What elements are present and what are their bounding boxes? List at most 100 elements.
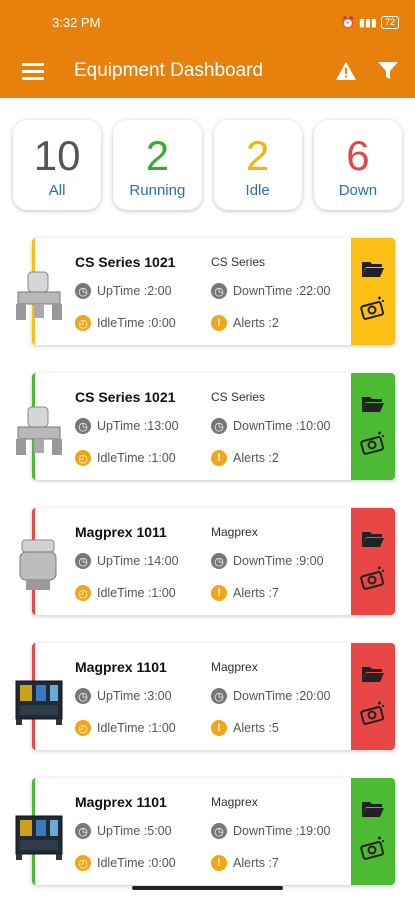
idletime-value: 1:00 <box>151 721 176 735</box>
alert-circle-icon: ! <box>211 315 227 331</box>
alert-circle-icon: ! <box>211 450 227 466</box>
alerts-value: 5 <box>271 721 279 735</box>
stopwatch-icon: ◴ <box>75 855 91 871</box>
status-strip <box>351 643 395 750</box>
summary-card-running[interactable]: 2 Running <box>113 120 202 210</box>
summary-count: 2 <box>245 131 270 179</box>
alerts-value: 7 <box>271 586 279 600</box>
equipment-series: CS Series <box>211 254 266 269</box>
equipment-card-body[interactable]: Magprex 1101 Magprex ◷ UpTime : 3:00 ◷ Dow… <box>32 643 395 750</box>
summary-cards: 10 All 2 Running 2 Idle 6 Down <box>0 98 415 210</box>
idletime-label: IdleTime : <box>97 586 152 600</box>
stopwatch-icon: ◴ <box>75 450 91 466</box>
folder-icon[interactable] <box>361 529 385 554</box>
equipment-info: Magprex 1101 Magprex ◷ UpTime : 3:00 ◷ Dow… <box>35 643 351 750</box>
equipment-list: CS Series 1021 CS Series ◷ UpTime : 2:00 … <box>0 210 415 885</box>
downtime-label: DownTime : <box>233 284 300 298</box>
folder-icon[interactable] <box>361 799 385 824</box>
home-indicator[interactable] <box>132 886 283 890</box>
downtime-value: 20:00 <box>299 689 331 703</box>
alerts-label: Alerts : <box>233 856 272 870</box>
idletime-value: 0:00 <box>151 856 176 870</box>
alerts-value: 2 <box>271 316 279 330</box>
equipment-name: Magprex 1101 <box>75 658 167 675</box>
status-icons: ⏰ ▮▮▮ 72 <box>341 15 399 29</box>
clock-icon: ◷ <box>75 823 91 839</box>
idletime-stat: ◴ IdleTime : 0:00 <box>75 315 211 331</box>
equipment-info: CS Series 1021 CS Series ◷ UpTime : 2:00 … <box>35 238 351 345</box>
stopwatch-icon: ◴ <box>75 585 91 601</box>
filter-icon[interactable] <box>377 61 399 81</box>
equipment-card-body[interactable]: CS Series 1021 CS Series ◷ UpTime : 13:00… <box>32 373 395 480</box>
summary-label: Running <box>129 181 186 199</box>
downtime-stat: ◷ DownTime : 9:00 <box>211 553 324 569</box>
equipment-card-body[interactable]: Magprex 1011 Magprex ◷ UpTime : 14:00 ◷ Do… <box>32 508 395 615</box>
summary-count: 2 <box>145 131 170 179</box>
camera-icon[interactable] <box>360 296 386 325</box>
uptime-value: 5:00 <box>147 824 172 838</box>
equipment-series: Magprex <box>211 524 258 539</box>
folder-icon[interactable] <box>361 394 385 419</box>
idletime-value: 1:00 <box>151 451 176 465</box>
stopwatch-icon: ◴ <box>75 720 91 736</box>
equipment-card-body[interactable]: Magprex 1101 Magprex ◷ UpTime : 5:00 ◷ Dow… <box>32 778 395 885</box>
clock-icon: ◷ <box>211 553 227 569</box>
alert-circle-icon: ! <box>211 720 227 736</box>
equipment-card-body[interactable]: CS Series 1021 CS Series ◷ UpTime : 2:00 … <box>32 238 395 345</box>
folder-icon[interactable] <box>361 664 385 689</box>
summary-card-down[interactable]: 6 Down <box>313 120 402 210</box>
alerts-label: Alerts : <box>233 721 272 735</box>
idletime-label: IdleTime : <box>97 856 152 870</box>
equipment-info: Magprex 1101 Magprex ◷ UpTime : 5:00 ◷ Dow… <box>35 778 351 885</box>
clock-icon: ◷ <box>75 418 91 434</box>
folder-icon[interactable] <box>361 259 385 284</box>
equipment-card: Magprex 1011 Magprex ◷ UpTime : 14:00 ◷ Do… <box>14 508 395 615</box>
clock-icon: ◷ <box>75 688 91 704</box>
summary-label: All <box>48 181 66 199</box>
summary-count: 6 <box>346 131 370 179</box>
signal-icon: ▮▮▮ <box>358 16 377 29</box>
status-strip <box>351 778 395 885</box>
equipment-name: Magprex 1101 <box>75 793 167 810</box>
alert-circle-icon: ! <box>211 855 227 871</box>
clock-icon: ◷ <box>211 688 227 704</box>
downtime-label: DownTime : <box>233 689 300 703</box>
clock-icon: ◷ <box>75 553 91 569</box>
downtime-value: 10:00 <box>299 419 331 433</box>
idletime-stat: ◴ IdleTime : 1:00 <box>75 585 211 601</box>
downtime-value: 9:00 <box>299 554 324 568</box>
idletime-label: IdleTime : <box>97 316 152 330</box>
summary-card-idle[interactable]: 2 Idle <box>213 120 302 210</box>
alert-icon[interactable] <box>335 61 357 81</box>
summary-card-all[interactable]: 10 All <box>13 120 102 210</box>
uptime-label: UpTime : <box>97 689 148 703</box>
clock-icon: ◷ <box>75 283 91 299</box>
alerts-stat: ! Alerts : 7 <box>211 585 279 601</box>
downtime-label: DownTime : <box>233 824 300 838</box>
menu-icon[interactable] <box>22 62 44 80</box>
equipment-series: Magprex <box>211 659 258 674</box>
alerts-value: 2 <box>271 451 279 465</box>
downtime-stat: ◷ DownTime : 19:00 <box>211 823 331 839</box>
uptime-value: 2:00 <box>147 284 172 298</box>
uptime-label: UpTime : <box>97 554 148 568</box>
camera-icon[interactable] <box>360 431 386 460</box>
alerts-label: Alerts : <box>233 586 272 600</box>
camera-icon[interactable] <box>360 836 386 865</box>
uptime-stat: ◷ UpTime : 5:00 <box>75 823 211 839</box>
equipment-series: CS Series <box>211 389 266 404</box>
uptime-label: UpTime : <box>97 419 148 433</box>
summary-label: Idle <box>245 181 270 199</box>
equipment-name: CS Series 1021 <box>75 253 176 270</box>
camera-icon[interactable] <box>360 566 386 595</box>
camera-icon[interactable] <box>360 701 386 730</box>
uptime-stat: ◷ UpTime : 2:00 <box>75 283 211 299</box>
alert-circle-icon: ! <box>211 585 227 601</box>
downtime-value: 22:00 <box>299 284 331 298</box>
stopwatch-icon: ◴ <box>75 315 91 331</box>
idletime-value: 1:00 <box>151 586 176 600</box>
alerts-stat: ! Alerts : 7 <box>211 855 279 871</box>
uptime-value: 13:00 <box>147 419 179 433</box>
clock-icon: ◷ <box>211 283 227 299</box>
alerts-stat: ! Alerts : 5 <box>211 720 279 736</box>
